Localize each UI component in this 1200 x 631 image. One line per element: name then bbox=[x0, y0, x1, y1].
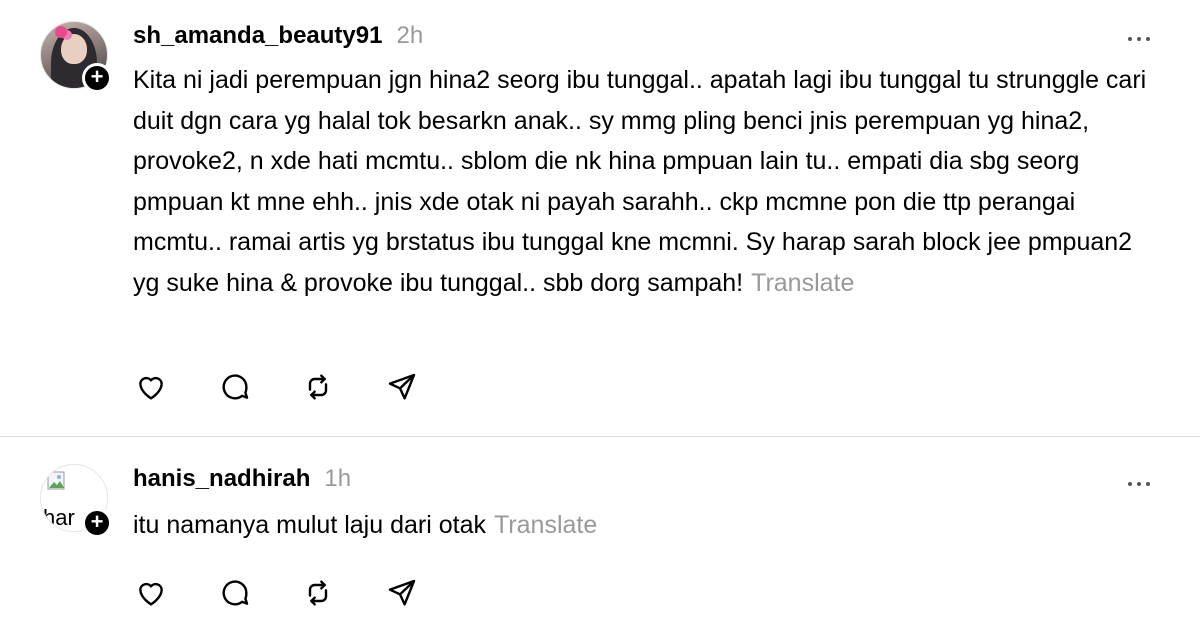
reply-button[interactable] bbox=[217, 576, 253, 610]
post-text: Kita ni jadi perempuan jgn hina2 seorg i… bbox=[133, 60, 1163, 303]
repost-icon bbox=[308, 374, 328, 400]
post-header: sh_amanda_beauty91 2h bbox=[133, 22, 423, 50]
like-button[interactable] bbox=[133, 576, 169, 610]
follow-button[interactable]: + bbox=[82, 63, 112, 93]
translate-link[interactable]: Translate bbox=[494, 511, 597, 539]
like-button[interactable] bbox=[133, 370, 169, 404]
send-icon bbox=[388, 373, 416, 400]
comment-icon bbox=[222, 374, 249, 400]
post-header: hanis_nadhirah 1h bbox=[133, 465, 351, 493]
post: + sh_amanda_beauty91 2h Kita ni jadi pere… bbox=[0, 0, 1200, 436]
reply-button[interactable] bbox=[217, 370, 253, 404]
post-text: itu namanya mulut laju dari otak Translat… bbox=[133, 505, 1163, 546]
share-button[interactable] bbox=[384, 576, 420, 610]
send-icon bbox=[388, 579, 416, 606]
more-options-icon[interactable] bbox=[1128, 473, 1160, 487]
post-time: 2h bbox=[396, 22, 424, 49]
repost-icon bbox=[308, 580, 328, 606]
post: har + hanis_nadhirah 1h itu namanya mulut… bbox=[0, 437, 1200, 631]
share-button[interactable] bbox=[384, 370, 420, 404]
broken-image-icon bbox=[47, 471, 65, 490]
username-link[interactable]: hanis_nadhirah bbox=[133, 465, 310, 492]
heart-icon bbox=[139, 582, 163, 606]
repost-button[interactable] bbox=[300, 370, 336, 404]
repost-button[interactable] bbox=[300, 576, 336, 610]
post-body: itu namanya mulut laju dari otak bbox=[133, 511, 486, 539]
follow-button[interactable]: + bbox=[82, 508, 112, 538]
avatar-alt-text: har bbox=[43, 505, 75, 530]
username-link[interactable]: sh_amanda_beauty91 bbox=[133, 22, 382, 49]
translate-link[interactable]: Translate bbox=[751, 269, 854, 297]
more-options-icon[interactable] bbox=[1128, 28, 1160, 42]
comment-icon bbox=[222, 580, 249, 606]
post-time: 1h bbox=[324, 465, 352, 492]
post-body: Kita ni jadi perempuan jgn hina2 seorg i… bbox=[133, 66, 1147, 297]
heart-icon bbox=[139, 376, 163, 400]
